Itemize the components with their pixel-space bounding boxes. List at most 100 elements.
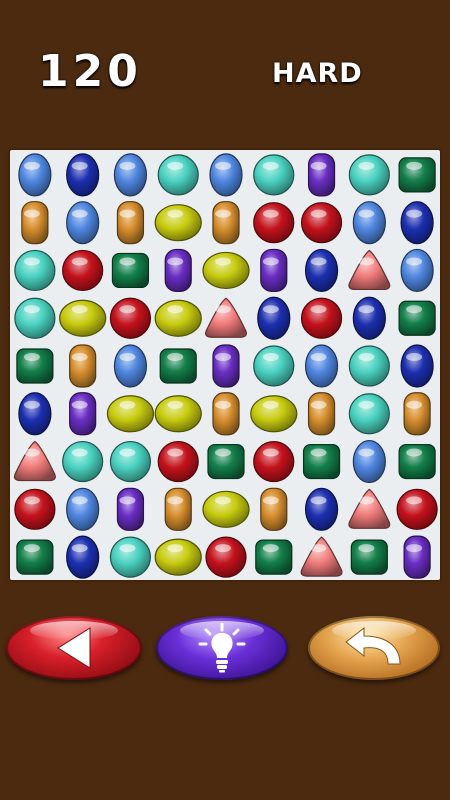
gem-yellow-oval[interactable] <box>250 395 298 433</box>
gem-pink-triangle[interactable] <box>13 440 56 482</box>
gem-green-square[interactable] <box>398 443 436 480</box>
gem-green-square[interactable] <box>159 348 197 384</box>
gem-teal-round[interactable] <box>253 345 295 387</box>
gem-blue-egg[interactable] <box>352 201 386 245</box>
gem-green-square[interactable] <box>302 443 341 480</box>
gem-navy-egg[interactable] <box>304 248 339 293</box>
gem-green-square[interactable] <box>255 539 293 575</box>
gem-highlight <box>119 161 136 170</box>
gem-red-round[interactable] <box>14 488 56 530</box>
gem-amber-pill[interactable] <box>403 392 431 436</box>
gem-highlight <box>310 161 327 170</box>
gem-red-round[interactable] <box>253 440 295 483</box>
gem-red-round[interactable] <box>62 249 104 292</box>
gem-teal-round[interactable] <box>348 393 390 435</box>
gem-highlight <box>23 496 40 505</box>
gem-teal-round[interactable] <box>14 249 56 292</box>
gem-pink-triangle[interactable] <box>348 249 391 291</box>
gem-amber-pill[interactable] <box>21 201 49 245</box>
gem-pink-triangle[interactable] <box>348 488 391 529</box>
gem-green-square[interactable] <box>398 300 436 336</box>
gem-pink-triangle[interactable] <box>300 536 343 577</box>
gem-blue-egg[interactable] <box>352 439 386 484</box>
gem-green-square[interactable] <box>16 539 54 575</box>
gem-pink-triangle[interactable] <box>205 297 247 338</box>
gem-red-round[interactable] <box>205 536 247 578</box>
gem-green-square[interactable] <box>398 157 436 193</box>
gem-amber-pill[interactable] <box>307 392 336 436</box>
gem-highlight <box>119 544 136 553</box>
gem-highlight <box>262 209 279 218</box>
gem-yellow-oval[interactable] <box>154 204 202 242</box>
gem-red-round[interactable] <box>300 297 343 339</box>
gem-red-round[interactable] <box>253 202 295 244</box>
gem-amber-pill[interactable] <box>212 392 240 436</box>
gem-teal-round[interactable] <box>348 345 390 387</box>
gem-teal-round[interactable] <box>62 440 104 483</box>
gem-red-round[interactable] <box>109 297 152 339</box>
gem-teal-round[interactable] <box>109 536 152 578</box>
undo-button[interactable] <box>308 616 440 680</box>
gem-amber-pill[interactable] <box>260 487 288 531</box>
gem-amber-pill[interactable] <box>212 201 240 245</box>
gem-blue-egg[interactable] <box>400 248 434 293</box>
gem-teal-round[interactable] <box>109 440 152 483</box>
gem-highlight <box>167 353 184 361</box>
gem-red-round[interactable] <box>396 488 438 530</box>
gem-teal-round[interactable] <box>157 154 199 196</box>
gem-highlight <box>167 496 184 505</box>
gem-purple-pill[interactable] <box>260 248 288 293</box>
gem-yellow-oval[interactable] <box>106 395 155 433</box>
gem-highlight <box>215 257 231 266</box>
gem-highlight <box>167 257 184 266</box>
gem-blue-egg[interactable] <box>113 344 148 388</box>
gem-purple-pill[interactable] <box>116 487 145 531</box>
gem-green-square[interactable] <box>350 539 388 575</box>
gem-purple-pill[interactable] <box>212 344 240 388</box>
gem-yellow-oval[interactable] <box>59 299 107 337</box>
gem-blue-egg[interactable] <box>18 153 52 197</box>
gem-green-square[interactable] <box>207 443 245 480</box>
gem-blue-egg[interactable] <box>209 153 243 197</box>
gem-yellow-oval[interactable] <box>154 299 202 337</box>
gem-purple-pill[interactable] <box>403 535 431 579</box>
gem-navy-egg[interactable] <box>304 487 339 531</box>
gem-purple-pill[interactable] <box>307 153 336 197</box>
gem-green-square[interactable] <box>111 252 150 289</box>
gem-red-round[interactable] <box>300 202 343 244</box>
gem-navy-egg[interactable] <box>257 296 291 340</box>
gem-teal-round[interactable] <box>253 154 295 196</box>
gem-highlight <box>71 305 88 314</box>
gem-navy-egg[interactable] <box>352 296 386 340</box>
gem-blue-egg[interactable] <box>113 153 148 197</box>
gem-yellow-oval[interactable] <box>202 251 250 290</box>
gem-green-square[interactable] <box>16 348 54 384</box>
back-button[interactable] <box>6 616 142 680</box>
gem-yellow-oval[interactable] <box>202 490 250 528</box>
gem-blue-egg[interactable] <box>66 487 100 531</box>
gem-red-round[interactable] <box>157 440 199 483</box>
gem-blue-egg[interactable] <box>304 344 339 388</box>
gem-purple-pill[interactable] <box>69 392 97 436</box>
gem-navy-egg[interactable] <box>400 344 434 388</box>
gem-yellow-oval[interactable] <box>154 395 202 433</box>
gem-teal-round[interactable] <box>348 154 390 196</box>
gem-blue-egg[interactable] <box>66 201 100 245</box>
gem-navy-egg[interactable] <box>66 153 100 197</box>
gem-navy-egg[interactable] <box>400 201 434 245</box>
hint-button[interactable] <box>156 616 288 680</box>
gem-amber-pill[interactable] <box>116 201 145 245</box>
score-display: 120 <box>38 46 142 97</box>
gem-teal-round[interactable] <box>14 297 56 339</box>
gem-purple-pill[interactable] <box>164 248 192 293</box>
gem-highlight <box>358 496 375 505</box>
gem-navy-egg[interactable] <box>66 535 100 579</box>
gem-highlight <box>167 161 184 170</box>
gem-navy-egg[interactable] <box>18 392 52 436</box>
gem-amber-pill[interactable] <box>164 487 192 531</box>
gem-amber-pill[interactable] <box>69 344 97 388</box>
gem-yellow-oval[interactable] <box>154 538 202 576</box>
gem-highlight <box>358 209 375 218</box>
gem-highlight <box>215 496 231 505</box>
gem-highlight <box>310 209 327 218</box>
